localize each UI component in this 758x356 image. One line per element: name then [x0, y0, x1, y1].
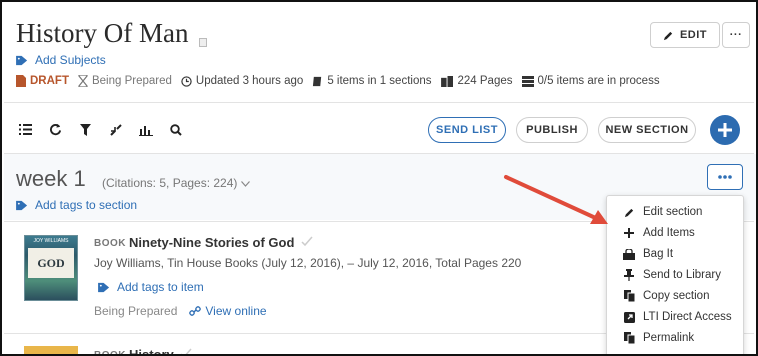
app-frame: History Of Man EDIT ··· Add Subjects DRA… [0, 0, 758, 356]
annotation-arrow [504, 175, 608, 224]
